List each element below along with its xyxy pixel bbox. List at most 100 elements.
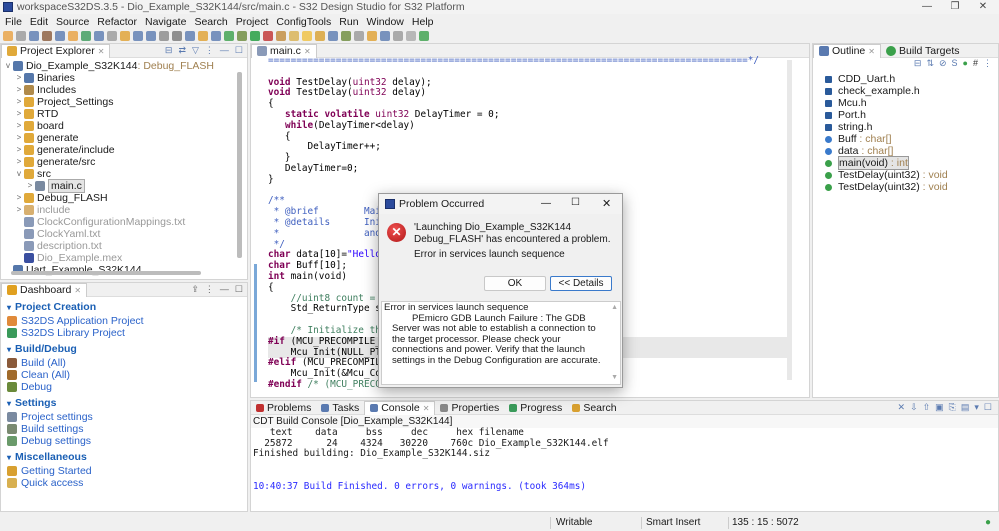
toolbar-button-icon[interactable]	[172, 31, 182, 41]
console-output[interactable]: text data bss dec hex filename 25872 24 …	[251, 427, 998, 481]
dashboard-link[interactable]: Quick access	[7, 477, 247, 489]
filter-icon[interactable]: ▽	[192, 45, 199, 56]
outline-item[interactable]: TestDelay(uint32) : void	[825, 169, 998, 181]
toolbar-button-icon[interactable]	[315, 31, 325, 41]
outline-item[interactable]: check_example.h	[825, 85, 998, 97]
toolbar-button-icon[interactable]	[380, 31, 390, 41]
vertical-scrollbar[interactable]	[787, 60, 792, 380]
tab-problems[interactable]: Problems	[251, 401, 316, 415]
dashboard-link[interactable]: S32DS Library Project	[7, 327, 247, 339]
toolbar-button-icon[interactable]	[133, 31, 143, 41]
console-tool-icon[interactable]: ▤	[961, 402, 970, 413]
menu-window[interactable]: Window	[365, 16, 410, 28]
chevron-right-icon[interactable]: >	[14, 84, 24, 96]
menu-file[interactable]: File	[3, 16, 28, 28]
chevron-right-icon[interactable]: >	[14, 192, 24, 204]
tree-item[interactable]: ClockYaml.txt	[3, 228, 247, 240]
chevron-right-icon[interactable]: >	[14, 156, 24, 168]
chevron-right-icon[interactable]: >	[14, 132, 24, 144]
triangle-down-icon[interactable]: ▾	[7, 345, 11, 354]
close-icon[interactable]: ✕	[423, 404, 430, 413]
menu-help[interactable]: Help	[410, 16, 440, 28]
tree-item[interactable]: v src	[3, 168, 247, 180]
menu-refactor[interactable]: Refactor	[95, 16, 143, 28]
chevron-right-icon[interactable]: >	[14, 108, 24, 120]
menu-navigate[interactable]: Navigate	[143, 16, 192, 28]
tree-item[interactable]: Dio_Example.mex	[3, 252, 247, 264]
vertical-scrollbar[interactable]	[237, 72, 242, 258]
tree-item[interactable]: > board	[3, 120, 247, 132]
sort-icon[interactable]: ⇅	[926, 58, 934, 72]
dialog-close-button[interactable]: ✕	[602, 197, 611, 210]
tab-progress[interactable]: Progress	[504, 401, 567, 415]
tree-item[interactable]: ClockConfigurationMappings.txt	[3, 216, 247, 228]
collapse-all-icon[interactable]: ⊟	[165, 45, 173, 56]
tree-item[interactable]: > Project_Settings	[3, 96, 247, 108]
close-icon[interactable]: ✕	[868, 47, 875, 56]
outline-item[interactable]: TestDelay(uint32) : void	[825, 181, 998, 193]
outline-item[interactable]: Port.h	[825, 109, 998, 121]
menu-source[interactable]: Source	[54, 16, 95, 28]
outline-item[interactable]: main(void) : int	[825, 156, 998, 170]
collapse-all-icon[interactable]: ⊟	[914, 58, 922, 72]
dashboard-section-2[interactable]: ▾ Settings	[7, 397, 247, 409]
toolbar-button-icon[interactable]	[159, 31, 169, 41]
view-menu-icon[interactable]: ⋮	[205, 284, 214, 295]
console-tool-icon[interactable]: ✕	[898, 402, 906, 413]
minimize-icon[interactable]: —	[220, 284, 229, 295]
dialog-maximize-button[interactable]: ☐	[571, 197, 580, 208]
chevron-right-icon[interactable]: >	[14, 144, 24, 156]
outline-item[interactable]: CDD_Uart.h	[825, 73, 998, 85]
tree-item-project[interactable]: v Dio_Example_S32K144: Debug_FLASH	[3, 60, 247, 72]
toolbar-button-icon[interactable]	[328, 31, 338, 41]
horizontal-scrollbar[interactable]	[11, 271, 201, 275]
toolbar-button-icon[interactable]	[341, 31, 351, 41]
console-tool-icon[interactable]: ▣	[935, 402, 944, 413]
toolbar-button-icon[interactable]	[3, 31, 13, 41]
toolbar-button-icon[interactable]	[42, 31, 52, 41]
toolbar-button-icon[interactable]	[107, 31, 117, 41]
dashboard-section-1[interactable]: ▾ Build/Debug	[7, 343, 247, 355]
toolbar-button-icon[interactable]	[81, 31, 91, 41]
menu-search[interactable]: Search	[192, 16, 233, 28]
triangle-down-icon[interactable]: ▾	[7, 399, 11, 408]
hide-fields-icon[interactable]: ⊘	[939, 58, 947, 72]
chevron-right-icon[interactable]: >	[14, 120, 24, 132]
tree-item[interactable]: > main.c	[3, 179, 247, 193]
console-tool-icon[interactable]: ▾	[974, 402, 979, 413]
toolbar-button-icon[interactable]	[224, 31, 234, 41]
minimize-button[interactable]: —	[913, 0, 941, 14]
console-tool-icon[interactable]: ⎘	[949, 402, 956, 413]
close-icon[interactable]: ✕	[98, 47, 105, 56]
tab-project-explorer[interactable]: Project Explorer ✕	[1, 43, 111, 58]
toolbar-button-icon[interactable]	[367, 31, 377, 41]
ok-button[interactable]: OK	[484, 276, 546, 291]
maximize-icon[interactable]: ☐	[235, 45, 243, 56]
details-button[interactable]: << Details	[550, 276, 612, 291]
toolbar-button-icon[interactable]	[250, 31, 260, 41]
toolbar-button-icon[interactable]	[211, 31, 221, 41]
close-button[interactable]: ✕	[969, 0, 997, 14]
triangle-down-icon[interactable]: ▾	[7, 303, 11, 312]
hide-nonpublic-icon[interactable]: ●	[963, 58, 968, 72]
close-icon[interactable]: ✕	[74, 286, 81, 295]
outline-item[interactable]: string.h	[825, 121, 998, 133]
minimize-icon[interactable]: —	[220, 45, 229, 56]
chevron-right-icon[interactable]: >	[25, 180, 35, 192]
maximize-icon[interactable]: ☐	[235, 284, 243, 295]
dashboard-link[interactable]: Build (All)	[7, 357, 247, 369]
toolbar-button-icon[interactable]	[120, 31, 130, 41]
toolbar-button-icon[interactable]	[406, 31, 416, 41]
toolbar-button-icon[interactable]	[237, 31, 247, 41]
details-textarea[interactable]: Error in services launch sequence PEmicr…	[381, 301, 621, 385]
tab-tasks[interactable]: Tasks	[316, 401, 364, 415]
toolbar-button-icon[interactable]	[289, 31, 299, 41]
console-tool-icon[interactable]: ⇧	[923, 402, 931, 413]
console-tool-icon[interactable]: ⇩	[910, 402, 918, 413]
tab-search[interactable]: Search	[567, 401, 621, 415]
tab-properties[interactable]: Properties	[435, 401, 504, 415]
toolbar-button-icon[interactable]	[55, 31, 65, 41]
tab-build-targets[interactable]: Build Targets	[881, 44, 965, 58]
scroll-up-icon[interactable]: ▲	[611, 303, 618, 314]
maximize-button[interactable]: ❐	[941, 0, 969, 14]
